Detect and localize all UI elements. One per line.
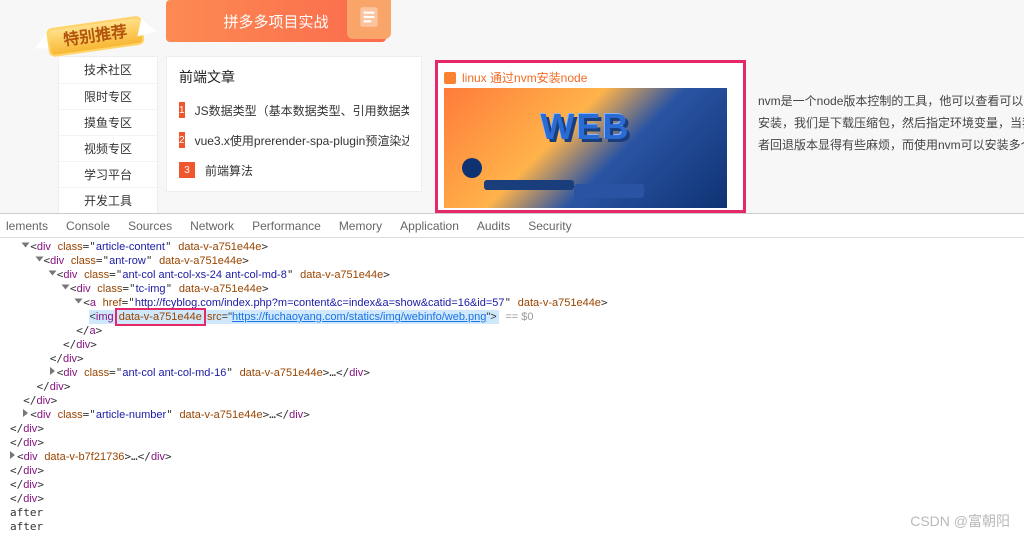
card-title: 前端文章 [179,67,409,95]
web-3d-text: WEB [541,106,631,148]
article-card: 前端文章 1JS数据类型（基本数据类型、引用数据类 2vue3.x使用prere… [166,56,422,192]
tab-memory[interactable]: Memory [339,219,382,233]
tab-performance[interactable]: Performance [252,219,321,233]
list-item[interactable]: 1JS数据类型（基本数据类型、引用数据类 [179,95,409,125]
preview-title: linux 通过nvm安装node [444,69,737,86]
bullet-icon [444,72,456,84]
sidebar-item[interactable]: 视频专区 [59,135,157,161]
doc-icon [347,0,391,39]
list-item[interactable]: 3前端算法 [179,155,409,185]
promo-banner-title: 拼多多项目实战 [223,11,328,32]
sidebar-item[interactable]: 学习平台 [59,161,157,187]
featured-badge: 特别推荐 [46,15,144,52]
list-item-label: 前端算法 [205,162,253,179]
preview-image[interactable]: WEB [444,88,727,208]
devtools-panel: lements Console Sources Network Performa… [0,213,1024,537]
tab-console[interactable]: Console [66,219,110,233]
tab-application[interactable]: Application [400,219,459,233]
elements-tree[interactable]: <div class="article-content" data-v-a751… [0,238,1024,537]
tab-sources[interactable]: Sources [128,219,172,233]
list-item[interactable]: 2vue3.x使用prerender-spa-plugin预渲染达 [179,125,409,155]
list-item-label: vue3.x使用prerender-spa-plugin预渲染达 [195,132,409,149]
sidebar: 技术社区 限时专区 摸鱼专区 视频专区 学习平台 开发工具 [58,56,158,213]
devtools-tabs: lements Console Sources Network Performa… [0,214,1024,238]
list-item-label: JS数据类型（基本数据类型、引用数据类 [195,102,409,119]
inspected-element-highlight: linux 通过nvm安装node WEB [435,60,746,213]
watermark: CSDN @富朝阳 [910,511,1010,531]
tab-security[interactable]: Security [528,219,571,233]
tab-elements[interactable]: lements [6,219,48,233]
promo-banner: 拼多多项目实战 [166,0,386,42]
sidebar-item[interactable]: 技术社区 [59,57,157,83]
tab-network[interactable]: Network [190,219,234,233]
sidebar-item[interactable]: 限时专区 [59,83,157,109]
sidebar-item[interactable]: 摸鱼专区 [59,109,157,135]
sidebar-item[interactable]: 开发工具 [59,187,157,213]
tab-audits[interactable]: Audits [477,219,510,233]
article-excerpt: nvm是一个node版本控制的工具，他可以查看可以安装的no 安装，我们是下载压… [758,90,1024,156]
